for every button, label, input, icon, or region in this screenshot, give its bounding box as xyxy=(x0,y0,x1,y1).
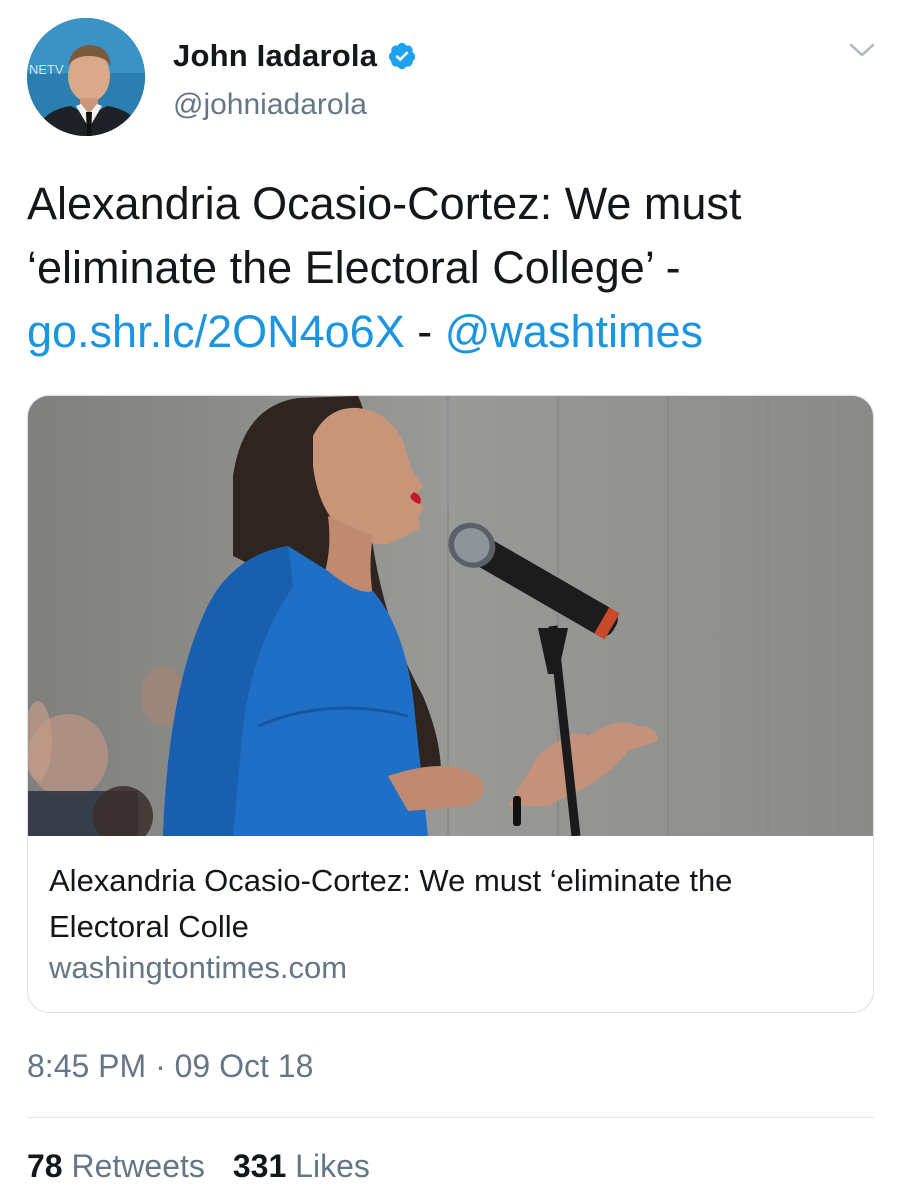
likes-count: 331 xyxy=(232,1148,287,1184)
likes-stat[interactable]: 331 Likes xyxy=(233,1148,370,1185)
tweet-link[interactable]: go.shr.lc/2ON4o6X xyxy=(27,306,405,357)
woman-speaking-photo xyxy=(28,396,873,836)
likes-label: Likes xyxy=(295,1148,370,1184)
divider xyxy=(27,1117,874,1118)
retweets-label: Retweets xyxy=(71,1148,205,1184)
card-image[interactable] xyxy=(28,396,873,836)
tweet-separator: - xyxy=(417,306,433,357)
author-handle[interactable]: @johniadarola xyxy=(173,88,367,122)
avatar-photo: NETV xyxy=(27,18,145,136)
author-name-row[interactable]: John Iadarola xyxy=(173,38,417,74)
tweet-text-body: Alexandria Ocasio-Cortez: We must ‘elimi… xyxy=(27,178,742,293)
link-preview-card[interactable]: Alexandria Ocasio-Cortez: We must ‘elimi… xyxy=(27,395,874,1013)
tweet-mention[interactable]: @washtimes xyxy=(445,306,703,357)
tweet-stats: 78 Retweets 331 Likes xyxy=(27,1148,370,1185)
tweet-timestamp[interactable]: 8:45 PM · 09 Oct 18 xyxy=(27,1048,313,1085)
tweet-detail: NETV John Iadarola @johniadarola Alexand… xyxy=(0,0,901,1200)
retweets-count: 78 xyxy=(27,1148,63,1184)
avatar[interactable]: NETV xyxy=(27,18,145,136)
verified-badge-icon xyxy=(389,42,416,70)
retweets-stat[interactable]: 78 Retweets xyxy=(27,1148,205,1185)
card-domain: washingtontimes.com xyxy=(49,950,348,985)
tweet-text: Alexandria Ocasio-Cortez: We must ‘elimi… xyxy=(27,172,877,364)
avatar-overlay-text: NETV xyxy=(29,62,64,77)
chevron-down-icon[interactable] xyxy=(846,40,878,62)
author-display-name[interactable]: John Iadarola xyxy=(173,38,377,74)
card-title[interactable]: Alexandria Ocasio-Cortez: We must ‘elimi… xyxy=(49,858,849,950)
